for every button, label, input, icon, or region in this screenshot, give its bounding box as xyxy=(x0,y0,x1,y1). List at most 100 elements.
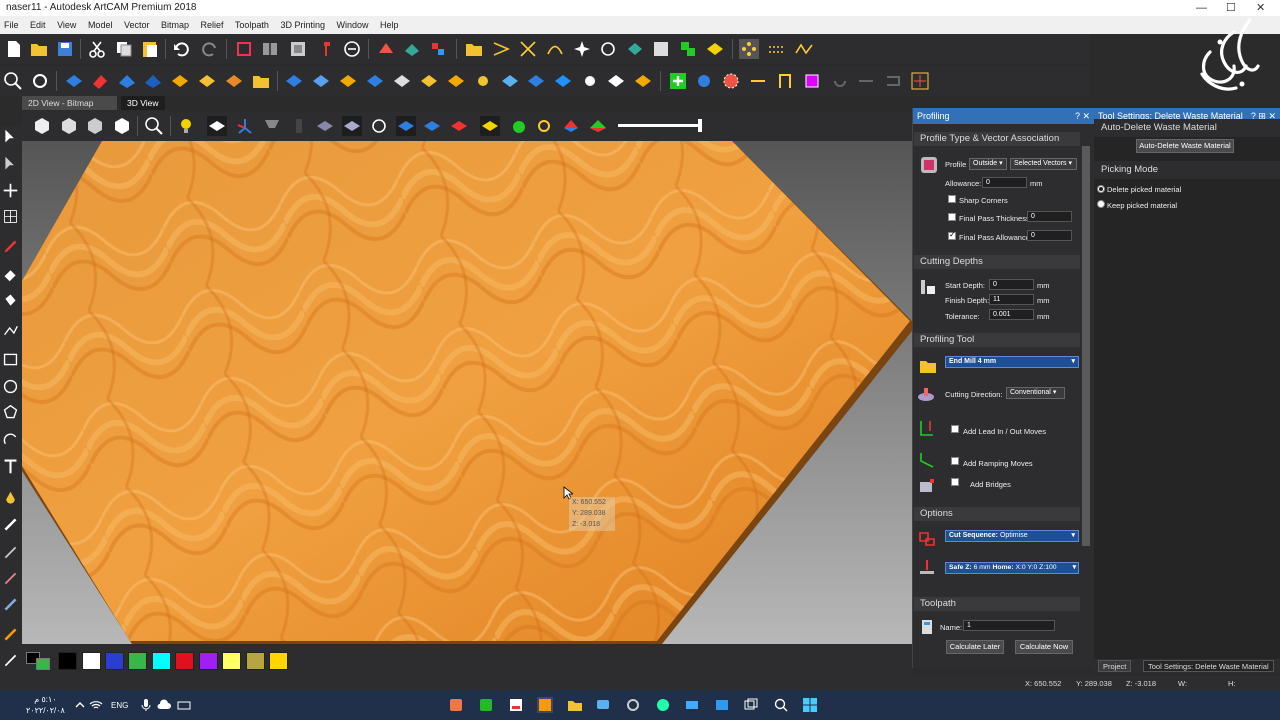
eraser-icon[interactable] xyxy=(2,266,19,283)
shaded-view-icon[interactable] xyxy=(342,116,362,136)
color-swatch[interactable] xyxy=(82,652,101,670)
toolpath-icon[interactable] xyxy=(883,71,903,91)
circle-icon[interactable] xyxy=(2,378,19,395)
taskbar-app-green-icon[interactable] xyxy=(478,697,494,713)
lead-in-out-checkbox[interactable] xyxy=(951,425,959,433)
allowance-input[interactable]: 0 xyxy=(982,177,1027,188)
text-icon[interactable] xyxy=(2,458,19,475)
split-icon[interactable] xyxy=(262,116,282,136)
toolpath-icon[interactable] xyxy=(224,71,244,91)
node-select-icon[interactable] xyxy=(2,155,19,172)
delete-picked-radio[interactable] xyxy=(1097,185,1105,193)
menu-3d-printing[interactable]: 3D Printing xyxy=(280,20,325,30)
material-icon[interactable] xyxy=(369,116,389,136)
drop-icon[interactable] xyxy=(2,490,19,507)
keyboard-icon[interactable] xyxy=(176,697,192,713)
color-swatch[interactable] xyxy=(58,652,77,670)
color-swatch[interactable] xyxy=(269,652,288,670)
taskbar-app-settings-icon[interactable] xyxy=(625,697,641,713)
color-swatch[interactable] xyxy=(222,652,241,670)
color-swatch[interactable] xyxy=(199,652,218,670)
microphone-icon[interactable] xyxy=(138,697,154,713)
settings-icon[interactable] xyxy=(30,71,50,91)
pin-icon[interactable] xyxy=(316,39,336,59)
polygon-icon[interactable] xyxy=(2,404,19,421)
add-icon[interactable] xyxy=(668,71,688,91)
toolpath-icon[interactable] xyxy=(830,71,850,91)
zoom-icon[interactable] xyxy=(144,116,164,136)
taskbar-app-artcam-icon[interactable] xyxy=(537,697,553,713)
simulation-icon[interactable] xyxy=(473,71,493,91)
calculate-later-button[interactable]: Calculate Later xyxy=(946,640,1004,654)
layers-icon[interactable] xyxy=(288,39,308,59)
block-view-icon[interactable] xyxy=(480,116,500,136)
color-swatch[interactable] xyxy=(175,652,194,670)
relief-model[interactable] xyxy=(22,141,912,644)
auto-delete-button[interactable]: Auto-Delete Waste Material xyxy=(1136,139,1234,153)
cube-view-icon[interactable] xyxy=(59,116,79,136)
vector-node-icon[interactable] xyxy=(518,39,538,59)
menu-help[interactable]: Help xyxy=(380,20,399,30)
sharp-corners-checkbox[interactable] xyxy=(948,195,956,203)
nodes-icon[interactable] xyxy=(739,39,759,59)
simulation-icon[interactable] xyxy=(419,71,439,91)
simulation-icon[interactable] xyxy=(633,71,653,91)
section-picking-mode[interactable]: Picking Mode xyxy=(1094,161,1280,179)
profiling-scrollbar[interactable] xyxy=(1081,130,1091,654)
chevron-up-icon[interactable] xyxy=(72,697,88,713)
profiling-tool-select[interactable]: End Mill 4 mm ▾ xyxy=(945,356,1079,368)
crosshair-icon[interactable] xyxy=(910,71,930,91)
menu-bitmap[interactable]: Bitmap xyxy=(161,20,189,30)
safe-z-select[interactable]: Safe Z: 6 mm Home: X:0 Y:0 Z:100 ▾ xyxy=(945,562,1079,574)
toolpath-folder-icon[interactable] xyxy=(251,71,271,91)
menu-vector[interactable]: Vector xyxy=(124,20,150,30)
arc-icon[interactable] xyxy=(2,431,19,448)
toolpath-view-icon[interactable] xyxy=(449,116,469,136)
task-view-icon[interactable] xyxy=(743,697,759,713)
windows-start-icon[interactable] xyxy=(802,697,818,713)
scrollbar-thumb[interactable] xyxy=(1082,146,1090,546)
star-icon[interactable] xyxy=(572,39,592,59)
vector-tool-icon[interactable] xyxy=(678,39,698,59)
redo-icon[interactable] xyxy=(199,39,219,59)
taskbar-app-mail-icon[interactable] xyxy=(684,697,700,713)
wifi-icon[interactable] xyxy=(88,697,104,713)
paint-brush-icon[interactable] xyxy=(2,626,19,643)
relief-tool-icon[interactable] xyxy=(402,39,422,59)
brush-icon[interactable] xyxy=(2,544,19,561)
final-pass-thickness-checkbox[interactable] xyxy=(948,213,956,221)
language-indicator[interactable]: ENG xyxy=(111,701,128,710)
section-cutting-depths[interactable]: Cutting Depths xyxy=(914,255,1080,269)
color-layer-icon[interactable] xyxy=(561,116,581,136)
cube-view-icon[interactable] xyxy=(32,116,52,136)
dotted-line-icon[interactable] xyxy=(767,39,787,59)
toolpath-icon[interactable] xyxy=(64,71,84,91)
taskbar-app-pdf-icon[interactable] xyxy=(508,697,524,713)
calculate-now-button[interactable]: Calculate Now xyxy=(1015,640,1073,654)
tool-folder-icon[interactable] xyxy=(919,357,937,375)
simulation-icon[interactable] xyxy=(500,71,520,91)
toolpath-name-input[interactable]: 1 xyxy=(963,620,1055,631)
zigzag-icon[interactable] xyxy=(794,39,814,59)
relief-tool-icon[interactable] xyxy=(428,39,448,59)
menu-edit[interactable]: Edit xyxy=(30,20,46,30)
clock[interactable]: ٥:١٠ م ٢٠٢٢/٠٢/٠٨ xyxy=(26,694,65,716)
wrap-icon[interactable] xyxy=(289,116,309,136)
model-size-icon[interactable] xyxy=(234,39,254,59)
toolpath-view-icon[interactable] xyxy=(396,116,416,136)
paint-bucket-icon[interactable] xyxy=(2,292,19,309)
toolpath-icon[interactable] xyxy=(802,71,822,91)
section-auto-delete[interactable]: Auto-Delete Waste Material xyxy=(1094,119,1280,137)
section-profile-type[interactable]: Profile Type & Vector Association xyxy=(914,132,1080,146)
menu-file[interactable]: File xyxy=(4,20,19,30)
copy-icon[interactable] xyxy=(114,39,134,59)
current-color-swatch[interactable] xyxy=(26,652,52,670)
cube-view-icon[interactable] xyxy=(112,116,132,136)
save-icon[interactable] xyxy=(55,39,75,59)
tolerance-input[interactable]: 0.001 xyxy=(989,309,1034,320)
menu-view[interactable]: View xyxy=(57,20,76,30)
relief-view-icon[interactable] xyxy=(207,116,227,136)
axes-icon[interactable] xyxy=(235,116,255,136)
simulation-icon[interactable] xyxy=(553,71,573,91)
taskbar-app-office-icon[interactable] xyxy=(448,697,464,713)
